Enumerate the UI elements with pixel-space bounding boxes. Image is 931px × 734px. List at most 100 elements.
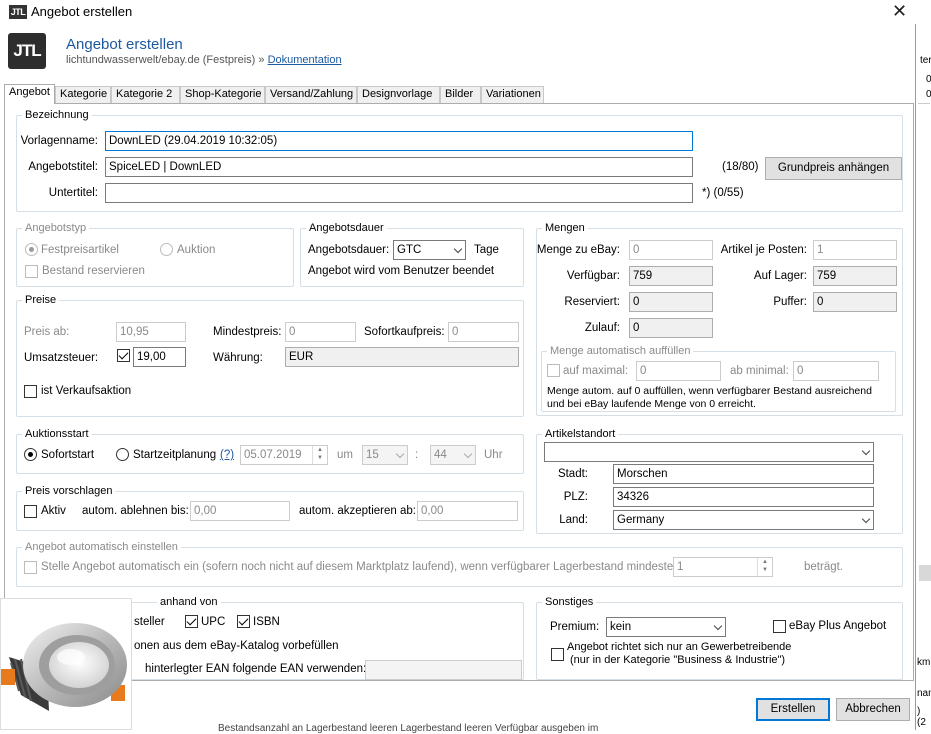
angebotstitel-input[interactable]: SpiceLED | DownLED (105, 157, 693, 177)
angebotsdauer-label: Angebotsdauer: (308, 244, 390, 256)
land-select[interactable]: Germany (613, 510, 874, 530)
angebotsdauer-unit: Tage (474, 244, 499, 256)
menge-ebay-input[interactable]: 0 (629, 240, 713, 260)
sofortstart-label: Sofortstart (41, 449, 95, 461)
tab-kategorie-2[interactable]: Kategorie 2 (111, 86, 180, 103)
bestand-reservieren-label: Bestand reservieren (42, 265, 145, 277)
ean-input[interactable] (365, 660, 522, 680)
ab-minimal-label: ab minimal: (730, 365, 789, 377)
ab-minimal-input[interactable]: 0 (793, 361, 879, 381)
ablehnen-input[interactable]: 0,00 (190, 501, 290, 521)
stadt-label: Stadt: (557, 468, 588, 480)
erstellen-button[interactable]: Erstellen (756, 698, 830, 721)
auf-lager-value: 759 (813, 266, 897, 286)
auto-einstellen-checkbox[interactable] (24, 561, 37, 574)
plz-label: PLZ: (563, 491, 588, 503)
auto-einstellen-text: Stelle Angebot automatisch ein (sofern n… (41, 561, 686, 573)
group-label: Menge automatisch auffüllen (547, 344, 694, 358)
auf-maximal-checkbox[interactable] (547, 364, 560, 377)
mindestpreis-input[interactable]: 0 (285, 322, 356, 342)
artikel-posten-input[interactable]: 1 (813, 240, 897, 260)
land-value: Germany (617, 514, 665, 526)
gewerbetreibende-checkbox[interactable] (551, 648, 564, 661)
grundpreis-anhaengen-button[interactable]: Grundpreis anhängen (765, 157, 902, 180)
ebay-plus-checkbox[interactable] (773, 620, 786, 633)
startdatum-input[interactable]: 05.07.2019 ▲ ▼ (240, 445, 328, 465)
startzeitplanung-label: Startzeitplanung (133, 449, 217, 461)
sofortstart-radio[interactable] (24, 448, 37, 461)
untertitel-count: *) (0/55) (702, 187, 744, 199)
stunde-select[interactable]: 15 (362, 445, 408, 465)
group-label: Preise (22, 293, 60, 307)
verkaufsaktion-checkbox[interactable] (24, 385, 37, 398)
bestand-reservieren-checkbox[interactable] (25, 265, 38, 278)
verkaufsaktion-label: ist Verkaufsaktion (41, 385, 132, 397)
premium-value: kein (610, 621, 632, 633)
close-icon[interactable]: ✕ (892, 1, 907, 22)
auf-maximal-input[interactable]: 0 (636, 361, 721, 381)
tab-shop-kategorie[interactable]: Shop-Kategorie (180, 86, 265, 103)
isbn-checkbox[interactable] (237, 615, 250, 628)
group-label: Mengen (542, 221, 588, 235)
spin-arrows-icon[interactable]: ▲ ▼ (312, 446, 327, 464)
tab-designvorlage[interactable]: Designvorlage (357, 86, 440, 103)
angebotsdauer-note: Angebot wird vom Benutzer beendet (308, 265, 495, 277)
ean-label: hinterlegter EAN folgende EAN verwenden: (145, 663, 367, 675)
ebay-plus-label: eBay Plus Angebot (789, 620, 887, 632)
angebotstitel-count: (18/80) (722, 161, 759, 173)
chevron-down-icon (463, 449, 473, 459)
startzeitplanung-radio[interactable] (116, 448, 129, 461)
festpreis-radio[interactable] (25, 243, 38, 256)
auktion-label: Auktion (177, 244, 216, 256)
strip-scrollbar (919, 565, 931, 581)
sofortkaufpreis-label: Sofortkaufpreis: (364, 326, 445, 338)
tab-kategorie[interactable]: Kategorie (55, 86, 111, 103)
umsatzsteuer-checkbox[interactable] (117, 349, 130, 362)
separator: » (258, 54, 265, 66)
premium-select[interactable]: kein (606, 617, 726, 637)
documentation-link[interactable]: Dokumentation (268, 54, 342, 66)
mindestpreis-label: Mindestpreis: (213, 326, 282, 338)
group-angebotstyp: Angebotstyp (16, 221, 294, 287)
auktion-radio[interactable] (160, 243, 173, 256)
minute-select[interactable]: 44 (430, 445, 476, 465)
group-label: Angebot automatisch einstellen (22, 540, 181, 554)
sofortkaufpreis-input[interactable]: 0 (448, 322, 519, 342)
zulauf-value: 0 (629, 318, 713, 338)
plz-input[interactable]: 34326 (613, 487, 874, 507)
group-label: Artikelstandort (542, 427, 619, 441)
upc-checkbox[interactable] (185, 615, 198, 628)
help-link[interactable]: (?) (220, 448, 234, 462)
strip-text: 0 (926, 89, 931, 100)
abbrechen-button[interactable]: Abbrechen (836, 698, 910, 721)
stadt-input[interactable]: Morschen (613, 464, 874, 484)
standort-select[interactable] (544, 442, 874, 462)
product-photo (0, 598, 132, 730)
auf-lager-label: Auf Lager: (753, 270, 807, 282)
zulauf-label: Zulauf: (584, 322, 620, 334)
auto-einstellen-input[interactable]: 1 ▲ ▼ (673, 557, 773, 577)
tab-versand-zahlung[interactable]: Versand/Zahlung (265, 86, 357, 103)
group-label: Preis vorschlagen (22, 484, 116, 498)
angebotsdauer-select[interactable]: GTC (393, 240, 466, 260)
akzeptieren-input[interactable]: 0,00 (417, 501, 518, 521)
auto-einstellen-value: 1 (677, 561, 684, 573)
artikel-posten-label: Artikel je Posten: (720, 244, 807, 256)
tab-variationen[interactable]: Variationen (481, 86, 544, 103)
untertitel-input[interactable] (105, 183, 693, 203)
preis-vorschlagen-aktiv-checkbox[interactable] (24, 505, 37, 518)
puffer-value: 0 (813, 292, 897, 312)
strip-text: 0 (926, 74, 931, 85)
aktiv-label: Aktiv (41, 505, 66, 517)
auffuellen-note-2: und bei eBay laufende Menge von 0 erreic… (547, 398, 756, 410)
tab-angebot[interactable]: Angebot (4, 84, 55, 104)
app-icon: JTL (9, 5, 27, 19)
header-subtitle: lichtundwasserwelt/ebay.de (Festpreis) »… (66, 54, 342, 66)
umsatzsteuer-input[interactable]: 19,00 (133, 347, 186, 367)
tab-bilder[interactable]: Bilder (440, 86, 481, 103)
spin-arrows-icon[interactable]: ▲ ▼ (757, 558, 772, 576)
preis-ab-input[interactable]: 10,95 (116, 322, 186, 342)
vorlagenname-input[interactable]: DownLED (29.04.2019 10:32:05) (105, 131, 693, 151)
angebotsdauer-value: GTC (397, 244, 422, 256)
gewerbetreibende-note: (nur in der Kategorie "Business & Indust… (570, 654, 786, 666)
